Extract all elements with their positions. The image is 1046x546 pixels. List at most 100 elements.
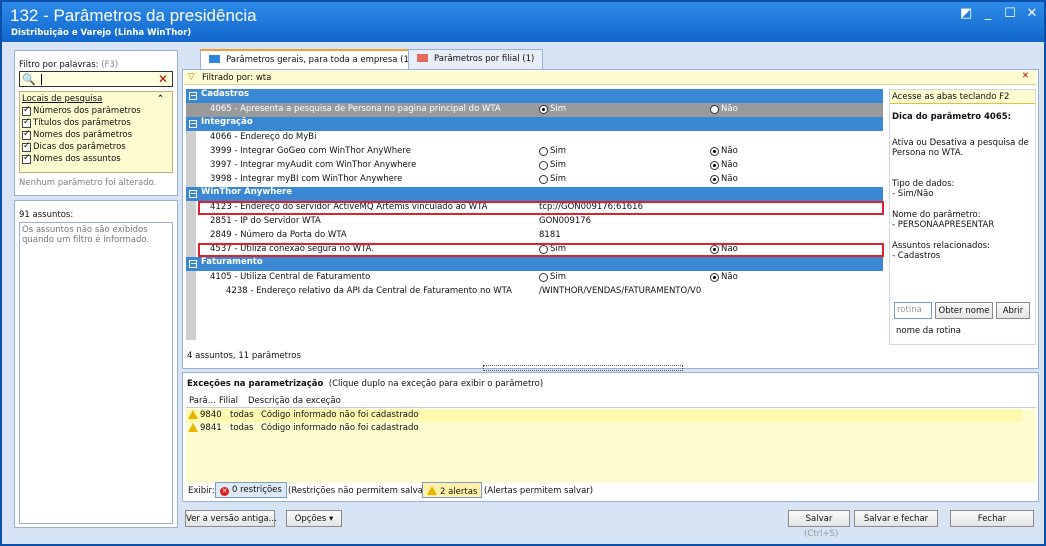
filter-text: Filtrado por: wta	[202, 73, 272, 83]
exception-row[interactable]: 9840 todas Código informado não foi cada…	[186, 409, 1022, 422]
data-type-value: - Sim/Não	[892, 189, 934, 199]
group-row[interactable]: − Integração	[186, 117, 883, 131]
close-icon[interactable]: ✕	[1026, 7, 1038, 20]
grid-row[interactable]: 4238 - Endereço relativo da API da Centr…	[186, 285, 883, 299]
group-row[interactable]: − Cadastros	[186, 89, 883, 103]
highlight-box	[198, 201, 884, 215]
footer: Ver a versão antiga... Opções ▾ Salvar (…	[182, 508, 1039, 539]
group-row[interactable]: − WinThor Anywhere	[186, 187, 883, 201]
collapse-icon[interactable]: ⌃	[157, 94, 164, 104]
checkbox-dicas[interactable]: Dicas dos parâmetros	[22, 141, 126, 152]
filter-label: Filtro por palavras: (F3)	[19, 60, 119, 70]
radio-sim[interactable]: Sim	[539, 146, 566, 156]
tab-parametros-filial[interactable]: Parâmetros por filial (1)	[408, 49, 544, 69]
search-icon: 🔍	[22, 73, 36, 86]
grid-row[interactable]: 4065 - Apresenta a pesquisa de Persona n…	[186, 103, 883, 117]
warning-icon	[188, 423, 198, 432]
restricoes-note: (Restrições não permitem salvar)	[288, 486, 430, 496]
related-value: - Cadastros	[892, 251, 941, 261]
abrir-button[interactable]: Abrir	[996, 302, 1030, 319]
checkbox-titulos[interactable]: Títulos dos parâmetros	[22, 117, 131, 128]
minimize-icon[interactable]: _	[982, 7, 994, 20]
radio-nao[interactable]: Não	[710, 174, 738, 184]
restore-icon[interactable]: ◩	[960, 7, 972, 20]
salvar-fechar-button[interactable]: Salvar e fechar	[854, 510, 938, 527]
radio-nao[interactable]: Não	[710, 160, 738, 170]
rotina-input[interactable]: rotina	[894, 302, 932, 319]
window-subtitle: Distribuição e Varejo (Linha WinThor)	[11, 28, 192, 38]
salvar-button[interactable]: Salvar	[788, 510, 850, 527]
highlight-box	[198, 243, 884, 257]
locations-title: Locais de pesquisa	[22, 94, 103, 104]
opcoes-button[interactable]: Opções ▾	[286, 510, 342, 527]
main-area: Parâmetros gerais, para toda a empresa (…	[182, 49, 1039, 371]
filter-panel: Filtro por palavras: (F3) 🔍 ✕ Locais de …	[14, 50, 178, 196]
related-label: Assuntos relacionados:	[892, 241, 990, 251]
exibir-label: Exibir:	[188, 486, 215, 496]
checkbox-numeros[interactable]: Números dos parâmetros	[22, 105, 141, 116]
exceptions-filter-bar: Exibir: ✕ 0 restrições (Restrições não pe…	[182, 480, 1039, 502]
obter-nome-button[interactable]: Obter nome	[935, 302, 993, 319]
funnel-icon: ▽	[188, 72, 195, 82]
fechar-button[interactable]: Fechar	[950, 510, 1034, 527]
radio-sim[interactable]: Sim	[539, 104, 566, 114]
radio-sim[interactable]: Sim	[539, 160, 566, 170]
alertas-note: (Alertas permitem salvar)	[484, 486, 594, 496]
maximize-icon[interactable]: ☐	[1004, 7, 1016, 20]
exceptions-header: Exceções na parametrização (Clique duplo…	[187, 379, 544, 389]
window-title: 132 - Parâmetros da presidência	[10, 6, 257, 25]
checkbox-nomes[interactable]: Nomes dos parâmetros	[22, 129, 132, 140]
tab-strip: Parâmetros gerais, para toda a empresa (…	[182, 49, 1039, 70]
grid-row[interactable]: 3997 - Integrar myAudit com WinThor Anyw…	[186, 159, 883, 173]
subjects-list[interactable]: Os assuntos não são exibidos quando um f…	[19, 222, 173, 524]
tip-text: Ativa ou Desativa a pesquisa de Persona …	[892, 138, 1029, 158]
grid-row[interactable]: 2849 - Número da Porta do WTA 8181	[186, 229, 883, 243]
param-name-label: Nome do parâmetro:	[892, 210, 981, 220]
splitter-handle[interactable]	[483, 365, 683, 371]
grid-row[interactable]: 2851 - IP do Servidor WTA GON009176	[186, 215, 883, 229]
group-row[interactable]: − Faturamento	[186, 257, 883, 271]
col-param[interactable]: Parâ...	[189, 396, 216, 406]
no-change-status: Nenhum parâmetro foi alterado.	[19, 178, 157, 188]
subjects-label: 91 assuntos:	[19, 210, 74, 220]
col-filial[interactable]: Filial	[219, 396, 238, 406]
tab-content: ▽ Filtrado por: wta ✕ − Cadastros 4065 - …	[182, 69, 1039, 371]
radio-nao[interactable]: Não	[710, 104, 738, 114]
app-window: 132 - Parâmetros da presidência Distribu…	[0, 0, 1046, 546]
col-desc[interactable]: Descrição da exceção	[248, 396, 341, 406]
exceptions-list: 9840 todas Código informado não foi cada…	[186, 409, 1036, 483]
tip-title: Dica do parâmetro 4065:	[892, 112, 1012, 122]
tip-bar: Acesse as abas teclando F2	[890, 90, 1035, 104]
clear-filter-bar-icon[interactable]: ✕	[1022, 71, 1029, 81]
grid-row[interactable]: 4105 - Utiliza Central de Faturamento Si…	[186, 271, 883, 285]
restricoes-toggle[interactable]: ✕ 0 restrições	[215, 482, 287, 498]
search-input[interactable]: 🔍 ✕	[19, 71, 173, 87]
grid-row[interactable]: 3999 - Integrar GoGeo com WinThor AnyWhe…	[186, 145, 883, 159]
left-pane: Filtro por palavras: (F3) 🔍 ✕ Locais de …	[14, 50, 178, 528]
exception-row[interactable]: 9841 todas Código informado não foi cada…	[186, 422, 1022, 435]
search-locations-panel: Locais de pesquisa ⌃ Números dos parâmet…	[19, 91, 173, 173]
checkbox-assuntos[interactable]: Nomes dos assuntos	[22, 153, 121, 164]
title-bar: 132 - Parâmetros da presidência Distribu…	[2, 2, 1044, 42]
filter-bar: ▽ Filtrado por: wta ✕	[184, 71, 1037, 85]
radio-nao[interactable]: Não	[710, 272, 738, 282]
ver-versao-button[interactable]: Ver a versão antiga...	[185, 510, 277, 527]
radio-sim[interactable]: Sim	[539, 272, 566, 282]
subjects-panel: 91 assuntos: Os assuntos não são exibido…	[14, 200, 178, 528]
grid-row[interactable]: 3998 - Integrar myBI com WinThor Anywher…	[186, 173, 883, 187]
warning-icon	[427, 486, 437, 495]
folder-icon	[417, 54, 428, 62]
radio-sim[interactable]: Sim	[539, 174, 566, 184]
grid-row[interactable]: 4066 - Endereço do MyBi	[186, 131, 883, 145]
alertas-toggle[interactable]: 2 alertas	[422, 482, 483, 498]
tab-parametros-gerais[interactable]: Parâmetros gerais, para toda a empresa (…	[200, 49, 427, 70]
grid-status: 4 assuntos, 11 parâmetros	[187, 351, 301, 361]
folder-icon	[209, 55, 220, 63]
rotina-name: nome da rotina	[896, 326, 961, 336]
window-controls: ◩ _ ☐ ✕	[960, 7, 1038, 20]
clear-filter-icon[interactable]: ✕	[158, 72, 168, 86]
radio-nao[interactable]: Não	[710, 146, 738, 156]
warning-icon	[188, 410, 198, 419]
tip-pane: Acesse as abas teclando F2 Dica do parâm…	[889, 89, 1036, 345]
exceptions-columns: Parâ... Filial Descrição da exceção	[186, 395, 1036, 408]
